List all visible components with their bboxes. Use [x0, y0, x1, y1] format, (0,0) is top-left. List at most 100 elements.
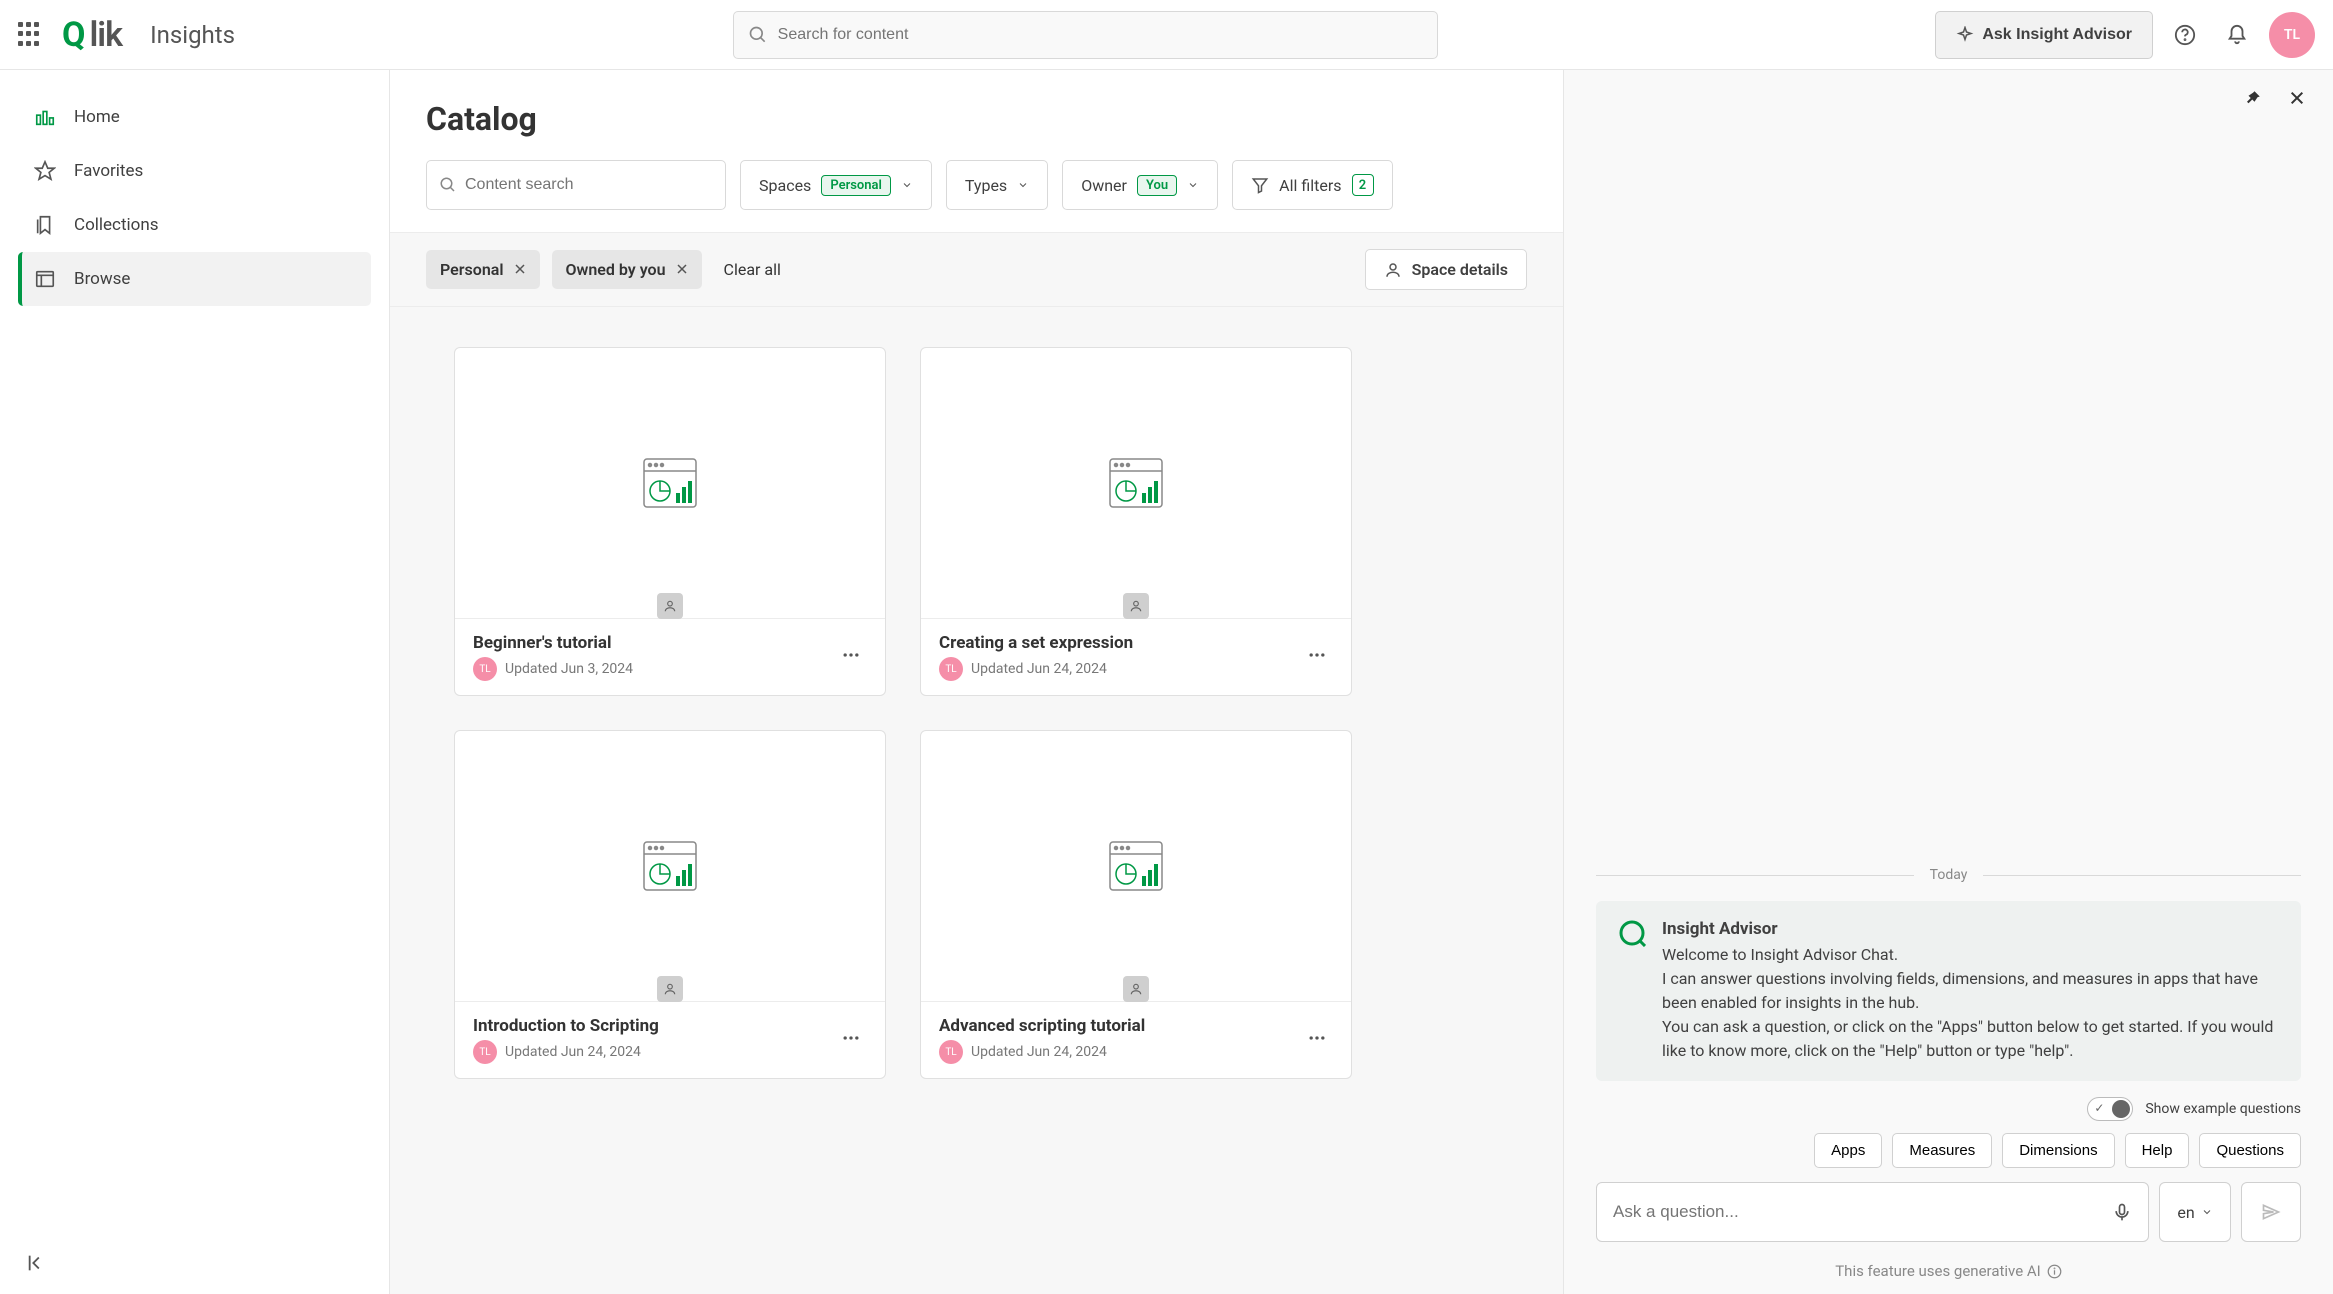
card-updated: Updated Jun 24, 2024 [971, 1044, 1107, 1060]
ask-insight-advisor-button[interactable]: Ask Insight Advisor [1935, 11, 2153, 59]
main: Catalog Spaces Personal Types Owner [390, 70, 1563, 1294]
chat-scroll[interactable]: Today Insight Advisor Welcome to Insight… [1564, 126, 2333, 1081]
card-meta: TL Updated Jun 24, 2024 [939, 657, 1301, 681]
mini-avatar: TL [939, 657, 963, 681]
card-updated: Updated Jun 24, 2024 [971, 661, 1107, 677]
chat-day-label: Today [1930, 867, 1968, 883]
person-icon [1129, 599, 1143, 613]
app-card[interactable]: Beginner's tutorial TL Updated Jun 3, 20… [454, 347, 886, 696]
help-button[interactable] [2165, 15, 2205, 55]
send-icon [2261, 1202, 2281, 1222]
chat-message: Insight Advisor Welcome to Insight Advis… [1596, 901, 2301, 1081]
sidebar-item-favorites[interactable]: Favorites [18, 144, 371, 198]
app-card[interactable]: Creating a set expression TL Updated Jun… [920, 347, 1352, 696]
close-panel-button[interactable] [2281, 82, 2313, 114]
topbar-right: Ask Insight Advisor TL [1935, 11, 2315, 59]
chip-remove[interactable] [676, 260, 688, 279]
cards-scroll[interactable]: Beginner's tutorial TL Updated Jun 3, 20… [390, 307, 1563, 1294]
sidebar-item-label: Home [74, 107, 120, 127]
global-search-input[interactable] [778, 26, 1423, 44]
notifications-button[interactable] [2217, 15, 2257, 55]
ask-input[interactable] [1613, 1202, 2112, 1222]
card-footer: Creating a set expression TL Updated Jun… [921, 618, 1351, 695]
show-examples-label: Show example questions [2145, 1101, 2301, 1117]
content-search[interactable] [426, 160, 726, 210]
filter-owner[interactable]: Owner You [1062, 160, 1218, 210]
pin-button[interactable] [2237, 82, 2269, 114]
clear-all-button[interactable]: Clear all [724, 260, 781, 279]
show-examples-toggle[interactable]: ✓ [2087, 1097, 2133, 1121]
ai-disclaimer-text: This feature uses generative AI [1835, 1262, 2041, 1280]
mini-avatar: TL [473, 1040, 497, 1064]
global-search[interactable] [733, 11, 1438, 59]
app-card[interactable]: Advanced scripting tutorial TL Updated J… [920, 730, 1352, 1079]
sidebar: Home Favorites Collections Browse [0, 70, 390, 1294]
space-details-label: Space details [1412, 260, 1508, 279]
filter-types[interactable]: Types [946, 160, 1048, 210]
card-more-button[interactable] [1301, 639, 1333, 675]
card-meta: TL Updated Jun 24, 2024 [939, 1040, 1301, 1064]
app-thumb-icon [640, 455, 700, 511]
sidebar-item-browse[interactable]: Browse [18, 252, 371, 306]
topbar-left: Qlik Insights [18, 15, 235, 55]
space-details-button[interactable]: Space details [1365, 249, 1527, 290]
card-more-button[interactable] [835, 1022, 867, 1058]
owner-badge [1123, 593, 1149, 619]
topbar-center [235, 11, 1935, 59]
chat-message-line: Welcome to Insight Advisor Chat. [1662, 943, 2279, 967]
filter-label: All filters [1279, 176, 1341, 195]
close-icon [2289, 90, 2305, 106]
quick-btn-help[interactable]: Help [2125, 1133, 2190, 1168]
filter-label: Types [965, 176, 1007, 195]
ask-input-box[interactable] [1596, 1182, 2149, 1242]
chip-label: Owned by you [566, 260, 666, 279]
filter-chip-personal[interactable]: Personal [426, 250, 540, 289]
filter-label: Owner [1081, 176, 1127, 195]
more-icon [1307, 645, 1327, 665]
quick-btn-questions[interactable]: Questions [2199, 1133, 2301, 1168]
quick-btn-dimensions[interactable]: Dimensions [2002, 1133, 2114, 1168]
info-icon[interactable] [2047, 1264, 2062, 1279]
mic-icon[interactable] [2112, 1202, 2132, 1222]
send-button[interactable] [2241, 1182, 2301, 1242]
card-updated: Updated Jun 24, 2024 [505, 1044, 641, 1060]
sidebar-collapse-button[interactable] [20, 1246, 54, 1280]
sidebar-item-home[interactable]: Home [18, 90, 371, 144]
person-icon [663, 982, 677, 996]
bell-icon [2226, 24, 2248, 46]
logo-q: Q [62, 15, 85, 55]
ask-row: en [1564, 1182, 2333, 1256]
card-title: Advanced scripting tutorial [939, 1016, 1301, 1036]
search-icon [439, 176, 457, 194]
collapse-icon [26, 1252, 48, 1274]
sidebar-item-collections[interactable]: Collections [18, 198, 371, 252]
app-card[interactable]: Introduction to Scripting TL Updated Jun… [454, 730, 886, 1079]
filter-count: 2 [1352, 174, 1374, 196]
card-footer: Advanced scripting tutorial TL Updated J… [921, 1001, 1351, 1078]
user-avatar[interactable]: TL [2269, 12, 2315, 58]
qlik-logo[interactable]: Qlik [62, 15, 122, 55]
bookmark-icon [34, 214, 56, 236]
chip-remove[interactable] [514, 260, 526, 279]
chevron-down-icon [1017, 179, 1029, 191]
person-icon [1129, 982, 1143, 996]
sidebar-item-label: Browse [74, 269, 130, 289]
filter-chip-owned[interactable]: Owned by you [552, 250, 702, 289]
card-thumb [921, 731, 1351, 1001]
quick-btn-apps[interactable]: Apps [1814, 1133, 1882, 1168]
card-more-button[interactable] [835, 639, 867, 675]
card-thumb [455, 731, 885, 1001]
language-select[interactable]: en [2159, 1182, 2231, 1242]
card-more-button[interactable] [1301, 1022, 1333, 1058]
close-icon [676, 263, 688, 275]
sidebar-item-label: Favorites [74, 161, 143, 181]
close-icon [514, 263, 526, 275]
filter-spaces[interactable]: Spaces Personal [740, 160, 932, 210]
app-launcher-icon[interactable] [18, 22, 44, 48]
card-thumb [921, 348, 1351, 618]
chevron-down-icon [2201, 1206, 2213, 1218]
quick-btn-measures[interactable]: Measures [1892, 1133, 1992, 1168]
owner-badge [657, 593, 683, 619]
content-search-input[interactable] [465, 176, 713, 194]
filter-all[interactable]: All filters 2 [1232, 160, 1392, 210]
